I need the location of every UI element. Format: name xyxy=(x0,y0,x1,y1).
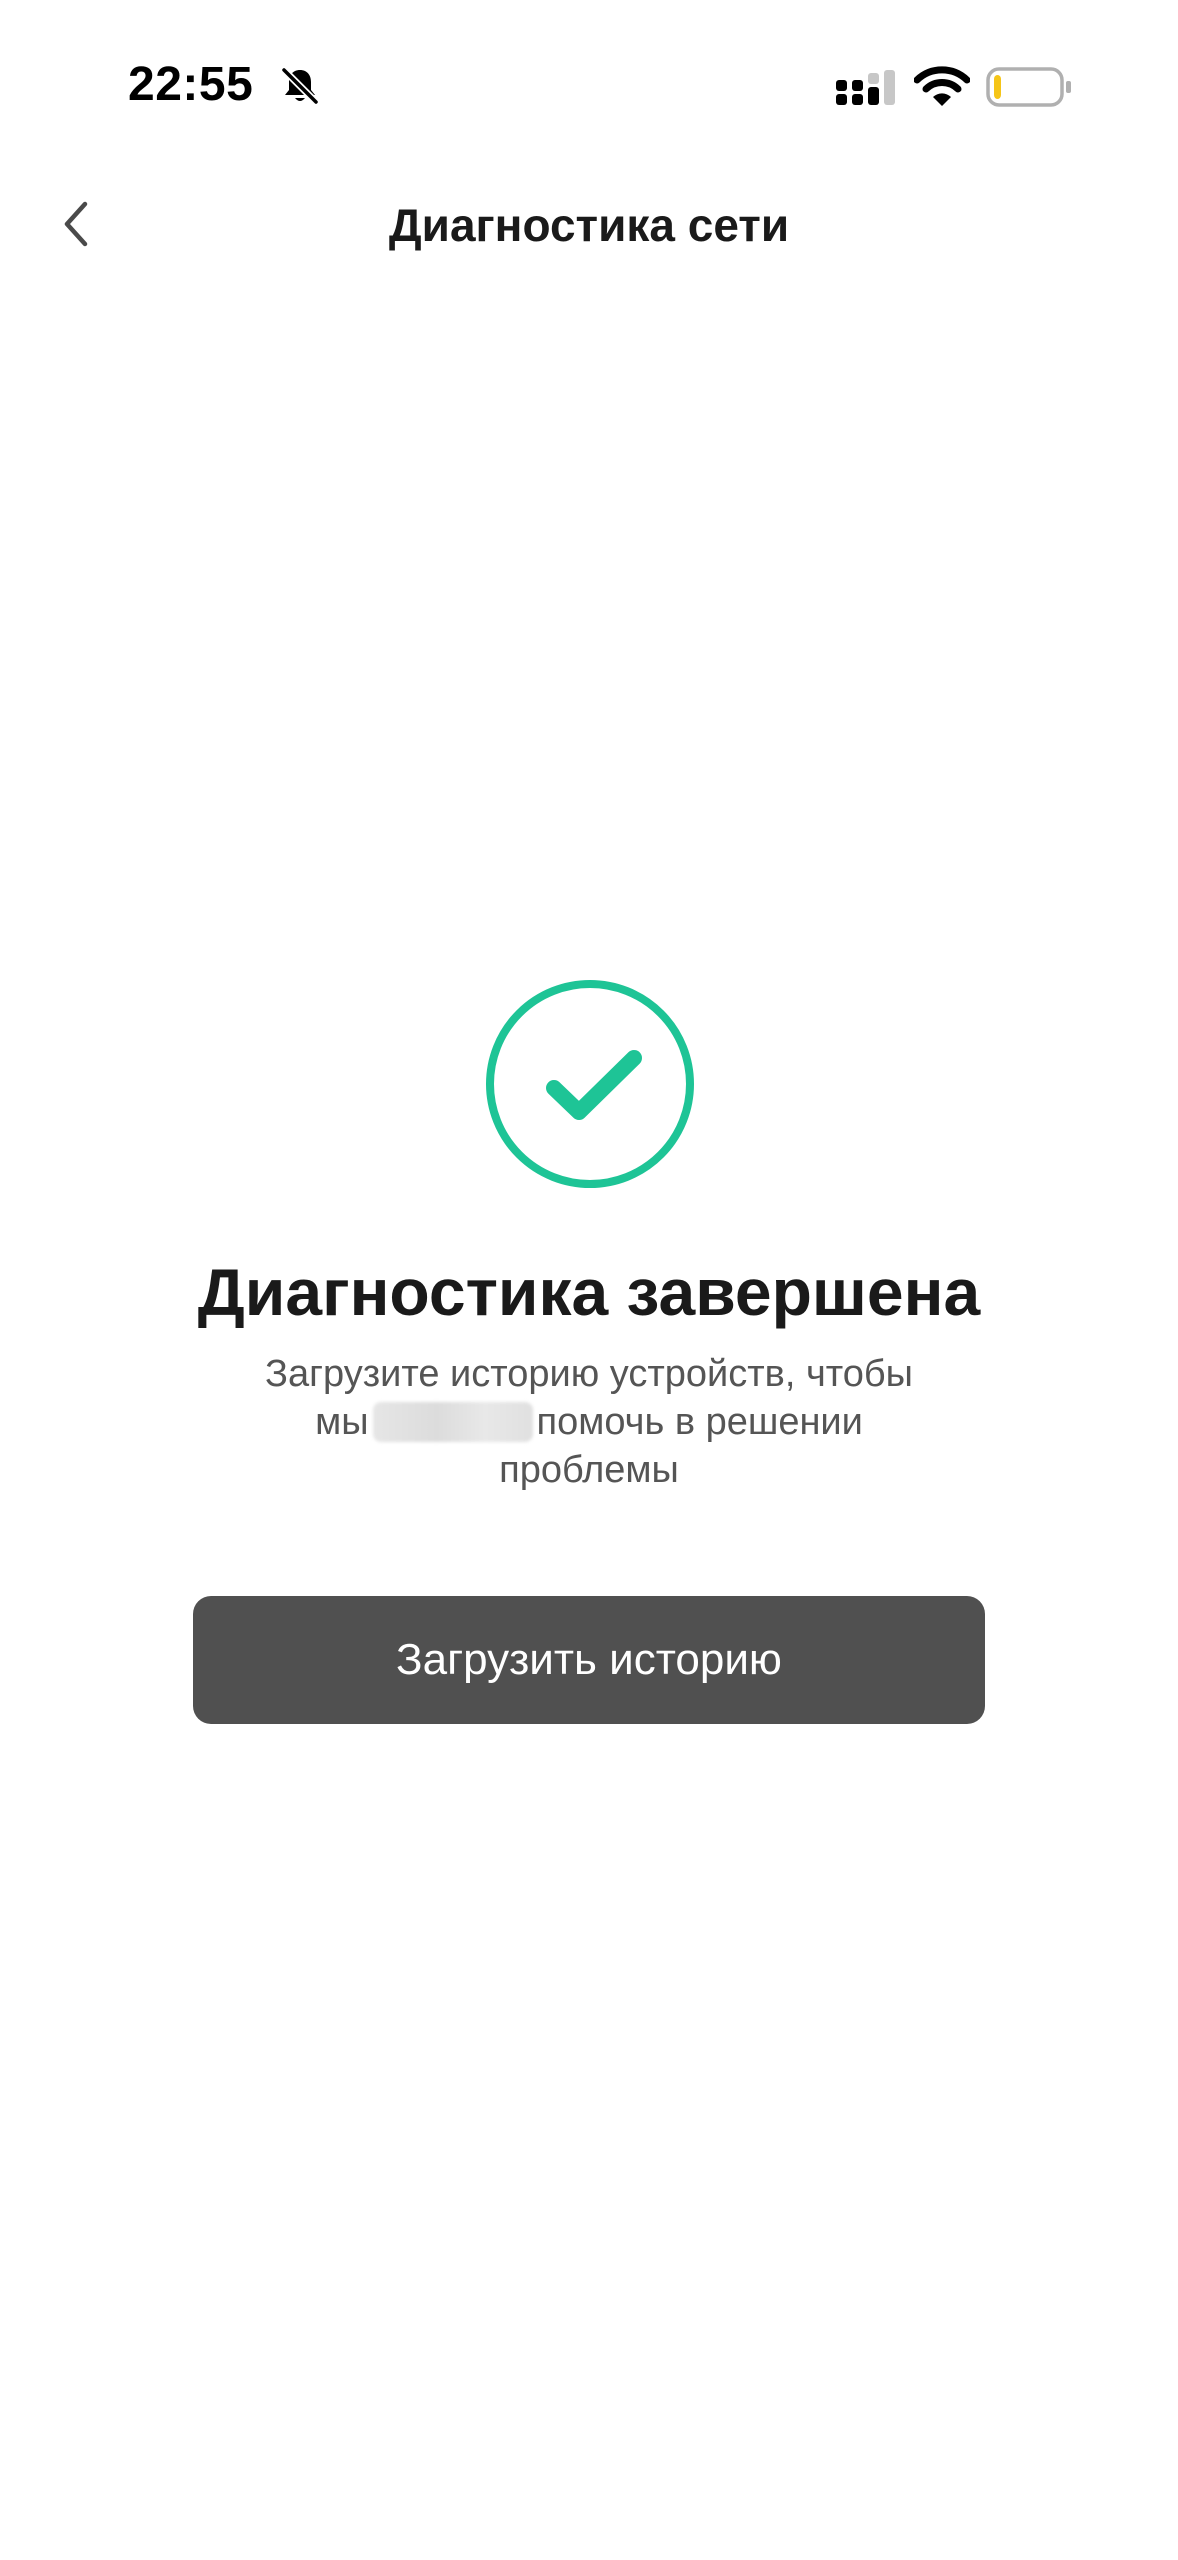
result-description: Загрузите историю устройств, чтобы мы пом… xyxy=(189,1350,989,1494)
cellular-signal-icon xyxy=(836,70,895,105)
result-title: Диагностика завершена xyxy=(197,1255,981,1329)
status-time: 22:55 xyxy=(128,58,254,111)
description-prefix: мы xyxy=(315,1401,369,1443)
description-line-2: мы помочь в решении xyxy=(189,1398,989,1446)
description-suffix: помочь в решении xyxy=(536,1401,863,1443)
page-title: Диагностика сети xyxy=(388,199,790,251)
status-bar: 22:55 xyxy=(0,0,1178,170)
description-line-3: проблемы xyxy=(499,1449,679,1491)
wifi-icon xyxy=(914,66,970,106)
bell-slash-icon xyxy=(280,66,320,106)
battery-low-icon xyxy=(986,67,1071,107)
upload-history-button[interactable]: Загрузить историю xyxy=(193,1596,985,1724)
check-circle-icon xyxy=(486,980,694,1188)
description-line-1: Загрузите историю устройств, чтобы xyxy=(265,1353,913,1395)
redacted-text xyxy=(372,1402,533,1442)
